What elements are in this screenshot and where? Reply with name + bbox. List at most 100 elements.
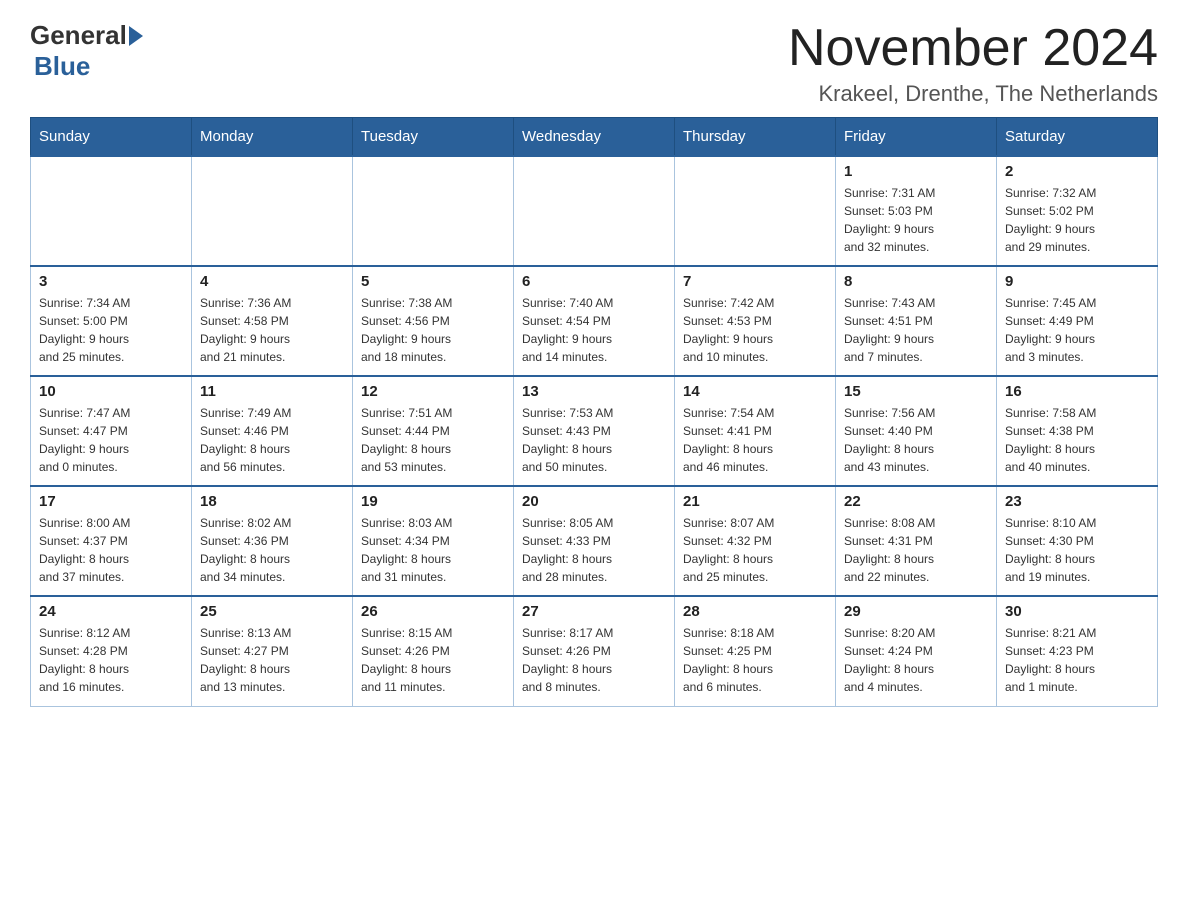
logo-arrow-icon bbox=[129, 26, 143, 46]
day-number: 1 bbox=[844, 163, 988, 180]
logo-blue-text: Blue bbox=[34, 51, 90, 81]
calendar-cell: 17Sunrise: 8:00 AM Sunset: 4:37 PM Dayli… bbox=[31, 486, 192, 596]
calendar-week-5: 24 Sunrise: 8:12 AM Sunset: 4:28 PM Dayli… bbox=[31, 596, 1158, 706]
calendar-table: SundayMondayTuesdayWednesdayThursdayFrid… bbox=[30, 117, 1158, 707]
day-info: Sunrise: 8:08 AM Sunset: 4:31 PM Dayligh… bbox=[844, 514, 988, 586]
day-info: Sunrise: 7:56 AM Sunset: 4:40 PM Dayligh… bbox=[844, 404, 988, 476]
day-info: Sunrise: 8:13 AM Sunset: 4:27 PM Dayligh… bbox=[200, 624, 344, 696]
day-number: 15 bbox=[844, 383, 988, 400]
calendar-cell: 11Sunrise: 7:49 AM Sunset: 4:46 PM Dayli… bbox=[192, 376, 353, 486]
calendar-cell: 30 Sunrise: 8:21 AM Sunset: 4:23 PM Dayli… bbox=[997, 596, 1158, 706]
day-number: 12 bbox=[361, 383, 505, 400]
day-number: 22 bbox=[844, 493, 988, 510]
day-number: 13 bbox=[522, 383, 666, 400]
day-info: Sunrise: 7:45 AM Sunset: 4:49 PM Dayligh… bbox=[1005, 294, 1149, 366]
day-number: 14 bbox=[683, 383, 827, 400]
weekday-header-wednesday: Wednesday bbox=[514, 118, 675, 157]
day-info: Sunrise: 8:15 AM Sunset: 4:26 PM Dayligh… bbox=[361, 624, 505, 696]
day-number: 24 bbox=[39, 603, 183, 620]
day-info: Sunrise: 8:05 AM Sunset: 4:33 PM Dayligh… bbox=[522, 514, 666, 586]
day-number: 6 bbox=[522, 273, 666, 290]
calendar-week-3: 10 Sunrise: 7:47 AM Sunset: 4:47 PM Dayli… bbox=[31, 376, 1158, 486]
day-number: 27 bbox=[522, 603, 666, 620]
day-info: Sunrise: 8:07 AM Sunset: 4:32 PM Dayligh… bbox=[683, 514, 827, 586]
logo-general-text: General bbox=[30, 20, 127, 51]
day-number: 26 bbox=[361, 603, 505, 620]
day-info: Sunrise: 8:18 AM Sunset: 4:25 PM Dayligh… bbox=[683, 624, 827, 696]
calendar-cell: 19Sunrise: 8:03 AM Sunset: 4:34 PM Dayli… bbox=[353, 486, 514, 596]
title-block: November 2024 Krakeel, Drenthe, The Neth… bbox=[788, 20, 1158, 107]
day-info: Sunrise: 8:20 AM Sunset: 4:24 PM Dayligh… bbox=[844, 624, 988, 696]
location-title: Krakeel, Drenthe, The Netherlands bbox=[788, 81, 1158, 107]
calendar-week-4: 17Sunrise: 8:00 AM Sunset: 4:37 PM Dayli… bbox=[31, 486, 1158, 596]
calendar-cell: 23Sunrise: 8:10 AM Sunset: 4:30 PM Dayli… bbox=[997, 486, 1158, 596]
calendar-cell: 10 Sunrise: 7:47 AM Sunset: 4:47 PM Dayli… bbox=[31, 376, 192, 486]
day-number: 10 bbox=[39, 383, 183, 400]
day-info: Sunrise: 8:21 AM Sunset: 4:23 PM Dayligh… bbox=[1005, 624, 1149, 696]
day-number: 9 bbox=[1005, 273, 1149, 290]
calendar-cell: 8 Sunrise: 7:43 AM Sunset: 4:51 PM Daylig… bbox=[836, 266, 997, 376]
day-number: 11 bbox=[200, 383, 344, 400]
calendar-cell: 15 Sunrise: 7:56 AM Sunset: 4:40 PM Dayli… bbox=[836, 376, 997, 486]
calendar-cell: 2 Sunrise: 7:32 AM Sunset: 5:02 PM Daylig… bbox=[997, 156, 1158, 266]
calendar-cell: 26 Sunrise: 8:15 AM Sunset: 4:26 PM Dayli… bbox=[353, 596, 514, 706]
day-info: Sunrise: 7:38 AM Sunset: 4:56 PM Dayligh… bbox=[361, 294, 505, 366]
day-info: Sunrise: 8:02 AM Sunset: 4:36 PM Dayligh… bbox=[200, 514, 344, 586]
day-number: 3 bbox=[39, 273, 183, 290]
day-info: Sunrise: 7:36 AM Sunset: 4:58 PM Dayligh… bbox=[200, 294, 344, 366]
calendar-cell: 4 Sunrise: 7:36 AM Sunset: 4:58 PM Daylig… bbox=[192, 266, 353, 376]
day-info: Sunrise: 8:12 AM Sunset: 4:28 PM Dayligh… bbox=[39, 624, 183, 696]
calendar-cell: 28 Sunrise: 8:18 AM Sunset: 4:25 PM Dayli… bbox=[675, 596, 836, 706]
day-info: Sunrise: 8:03 AM Sunset: 4:34 PM Dayligh… bbox=[361, 514, 505, 586]
day-number: 25 bbox=[200, 603, 344, 620]
day-number: 20 bbox=[522, 493, 666, 510]
weekday-header-monday: Monday bbox=[192, 118, 353, 157]
day-number: 29 bbox=[844, 603, 988, 620]
calendar-week-2: 3 Sunrise: 7:34 AM Sunset: 5:00 PM Daylig… bbox=[31, 266, 1158, 376]
day-number: 5 bbox=[361, 273, 505, 290]
calendar-cell: 1 Sunrise: 7:31 AM Sunset: 5:03 PM Daylig… bbox=[836, 156, 997, 266]
day-number: 7 bbox=[683, 273, 827, 290]
calendar-cell: 7 Sunrise: 7:42 AM Sunset: 4:53 PM Daylig… bbox=[675, 266, 836, 376]
calendar-cell bbox=[675, 156, 836, 266]
day-info: Sunrise: 7:40 AM Sunset: 4:54 PM Dayligh… bbox=[522, 294, 666, 366]
weekday-header-thursday: Thursday bbox=[675, 118, 836, 157]
day-number: 18 bbox=[200, 493, 344, 510]
day-number: 30 bbox=[1005, 603, 1149, 620]
calendar-week-1: 1 Sunrise: 7:31 AM Sunset: 5:03 PM Daylig… bbox=[31, 156, 1158, 266]
day-number: 16 bbox=[1005, 383, 1149, 400]
calendar-cell: 9 Sunrise: 7:45 AM Sunset: 4:49 PM Daylig… bbox=[997, 266, 1158, 376]
day-info: Sunrise: 7:54 AM Sunset: 4:41 PM Dayligh… bbox=[683, 404, 827, 476]
calendar-cell: 12 Sunrise: 7:51 AM Sunset: 4:44 PM Dayli… bbox=[353, 376, 514, 486]
day-info: Sunrise: 7:43 AM Sunset: 4:51 PM Dayligh… bbox=[844, 294, 988, 366]
calendar-cell: 24 Sunrise: 8:12 AM Sunset: 4:28 PM Dayli… bbox=[31, 596, 192, 706]
page-header: General Blue November 2024 Krakeel, Dren… bbox=[30, 20, 1158, 107]
day-info: Sunrise: 7:34 AM Sunset: 5:00 PM Dayligh… bbox=[39, 294, 183, 366]
logo: General Blue bbox=[30, 20, 143, 82]
weekday-header-friday: Friday bbox=[836, 118, 997, 157]
calendar-cell bbox=[514, 156, 675, 266]
day-info: Sunrise: 8:10 AM Sunset: 4:30 PM Dayligh… bbox=[1005, 514, 1149, 586]
day-info: Sunrise: 7:47 AM Sunset: 4:47 PM Dayligh… bbox=[39, 404, 183, 476]
weekday-header-row: SundayMondayTuesdayWednesdayThursdayFrid… bbox=[31, 118, 1158, 157]
day-number: 8 bbox=[844, 273, 988, 290]
day-number: 17 bbox=[39, 493, 183, 510]
calendar-cell: 3 Sunrise: 7:34 AM Sunset: 5:00 PM Daylig… bbox=[31, 266, 192, 376]
day-number: 4 bbox=[200, 273, 344, 290]
calendar-cell: 29 Sunrise: 8:20 AM Sunset: 4:24 PM Dayli… bbox=[836, 596, 997, 706]
calendar-cell: 5 Sunrise: 7:38 AM Sunset: 4:56 PM Daylig… bbox=[353, 266, 514, 376]
month-title: November 2024 bbox=[788, 20, 1158, 77]
day-info: Sunrise: 7:53 AM Sunset: 4:43 PM Dayligh… bbox=[522, 404, 666, 476]
day-info: Sunrise: 7:51 AM Sunset: 4:44 PM Dayligh… bbox=[361, 404, 505, 476]
weekday-header-tuesday: Tuesday bbox=[353, 118, 514, 157]
day-info: Sunrise: 7:32 AM Sunset: 5:02 PM Dayligh… bbox=[1005, 184, 1149, 256]
calendar-cell: 14 Sunrise: 7:54 AM Sunset: 4:41 PM Dayli… bbox=[675, 376, 836, 486]
day-info: Sunrise: 7:42 AM Sunset: 4:53 PM Dayligh… bbox=[683, 294, 827, 366]
calendar-cell bbox=[192, 156, 353, 266]
calendar-cell: 13 Sunrise: 7:53 AM Sunset: 4:43 PM Dayli… bbox=[514, 376, 675, 486]
day-info: Sunrise: 7:31 AM Sunset: 5:03 PM Dayligh… bbox=[844, 184, 988, 256]
day-number: 28 bbox=[683, 603, 827, 620]
day-info: Sunrise: 8:17 AM Sunset: 4:26 PM Dayligh… bbox=[522, 624, 666, 696]
day-number: 2 bbox=[1005, 163, 1149, 180]
calendar-cell: 25 Sunrise: 8:13 AM Sunset: 4:27 PM Dayli… bbox=[192, 596, 353, 706]
